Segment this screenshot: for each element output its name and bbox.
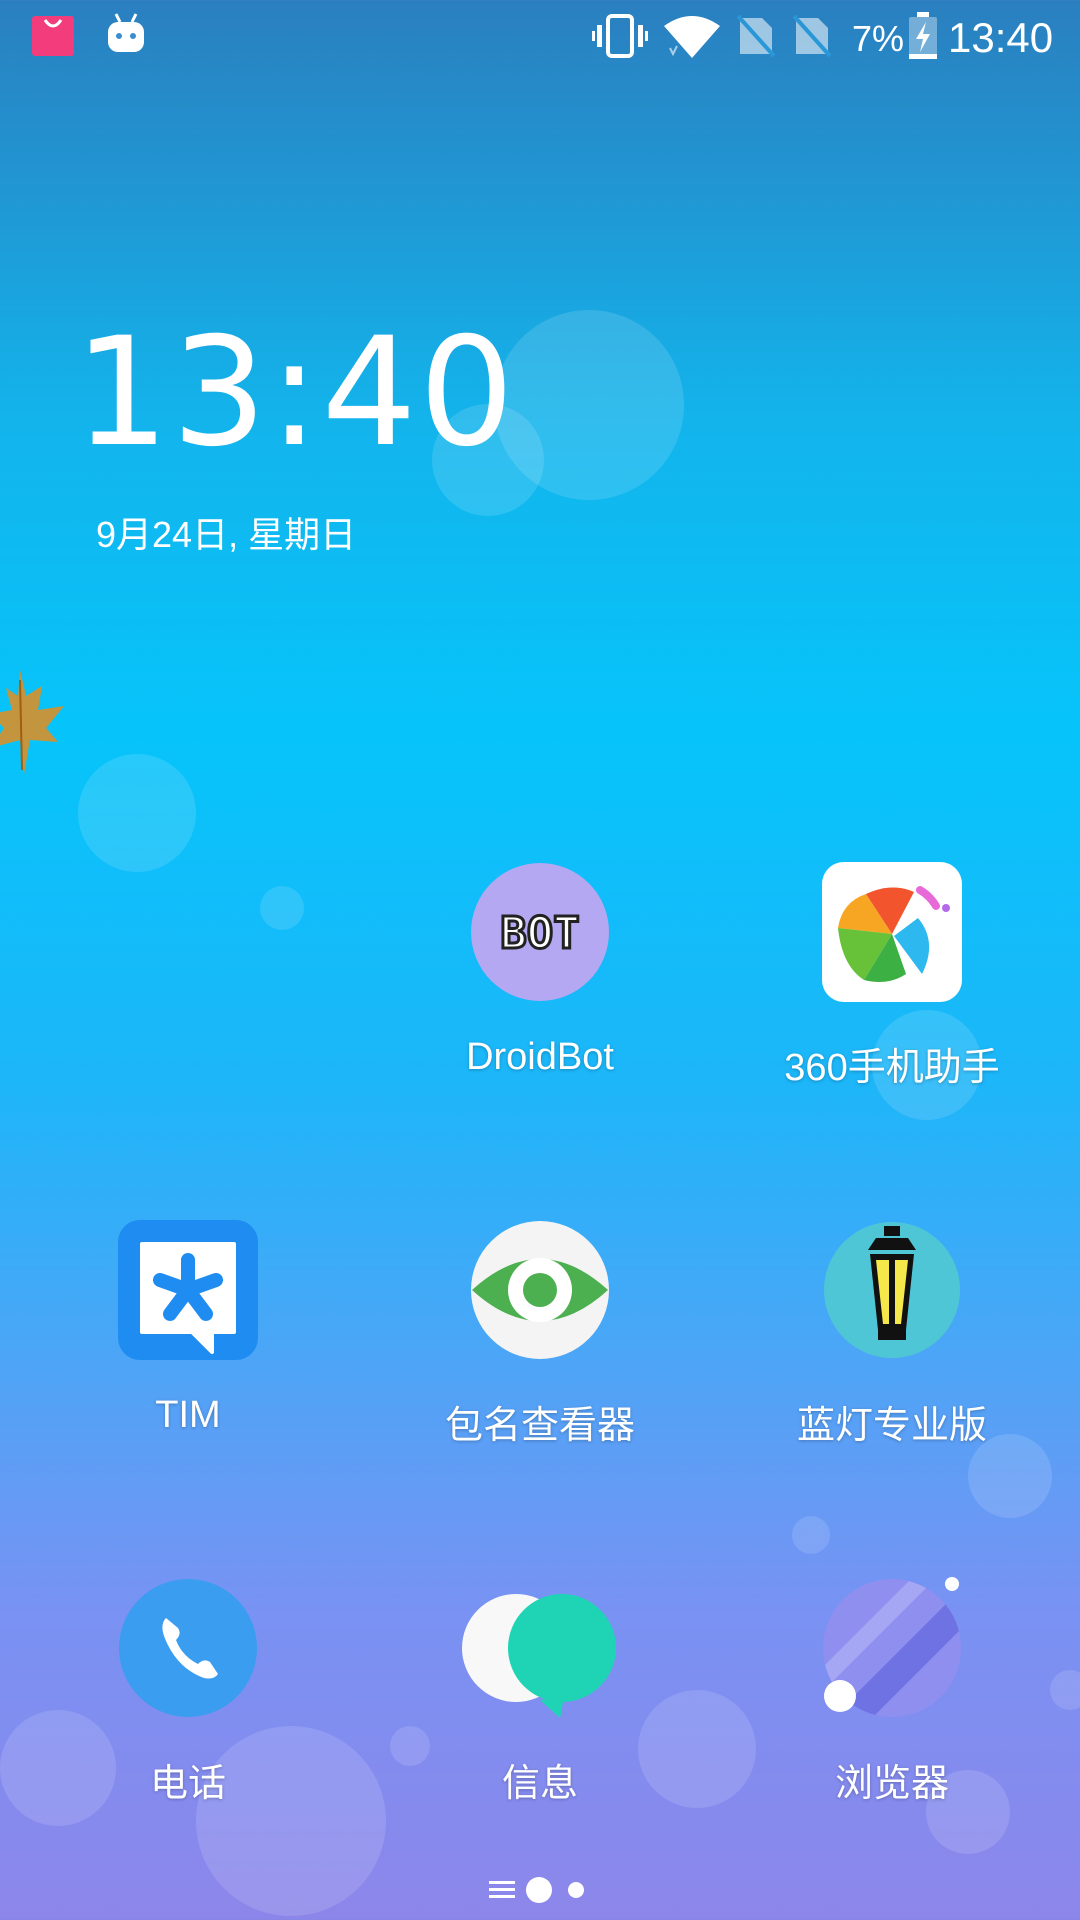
app-label: 360手机助手 <box>784 1047 1000 1089</box>
vibrate-icon <box>592 14 648 63</box>
tim-icon <box>118 1220 258 1360</box>
app-label: DroidBot <box>466 1036 614 1078</box>
page-dot <box>568 1882 584 1898</box>
status-bar[interactable]: 7% 13:40 <box>0 0 1080 72</box>
app-drawer-icon <box>489 1881 515 1898</box>
status-time: 13:40 <box>948 14 1054 61</box>
messages-icon <box>462 1578 616 1718</box>
app-label: 电话 <box>149 1763 226 1805</box>
app-lantern[interactable]: 蓝灯专业版 <box>742 1220 1042 1449</box>
bokeh-circle <box>260 886 304 930</box>
droidbot-icon-text: BOT <box>500 908 579 959</box>
maple-leaf-icon <box>0 670 70 785</box>
app-package-viewer[interactable]: 包名查看器 <box>390 1220 690 1449</box>
battery-percent: 7% <box>852 18 905 59</box>
app-label: 蓝灯专业版 <box>796 1405 987 1447</box>
360-assistant-icon <box>822 862 962 1002</box>
clock-time[interactable]: 13:40 <box>74 318 516 468</box>
app-label: 浏览器 <box>834 1763 949 1805</box>
app-label: 信息 <box>501 1763 578 1805</box>
app-droidbot[interactable]: BOT DroidBot <box>390 862 690 1079</box>
dock-browser[interactable]: 浏览器 <box>742 1577 1042 1807</box>
phone-icon <box>118 1578 258 1718</box>
bokeh-circle <box>78 754 196 872</box>
eye-icon <box>470 1220 610 1360</box>
page-indicator[interactable] <box>485 1870 595 1910</box>
app-tim[interactable]: TIM <box>38 1220 338 1437</box>
bokeh-circle <box>792 1516 830 1554</box>
wifi-icon <box>664 14 720 63</box>
browser-icon <box>822 1577 962 1718</box>
battery-charging-icon <box>908 12 938 65</box>
dock-phone[interactable]: 电话 <box>38 1578 338 1807</box>
no-sim-icon <box>792 14 832 63</box>
app-label: TIM <box>155 1394 221 1436</box>
no-sim-icon <box>736 14 776 63</box>
clock-date[interactable]: 9月24日, 星期日 <box>96 506 356 558</box>
app-360-assistant[interactable]: 360手机助手 <box>742 862 1042 1091</box>
shopping-bag-icon <box>32 14 74 61</box>
page-dot-active <box>526 1877 552 1903</box>
lantern-icon <box>822 1220 962 1360</box>
droidbot-icon: BOT <box>470 862 610 1002</box>
bokeh-circle <box>1050 1670 1080 1710</box>
dock-messages[interactable]: 信息 <box>390 1578 690 1807</box>
app-label: 包名查看器 <box>444 1405 635 1447</box>
android-robot-icon <box>106 12 146 61</box>
